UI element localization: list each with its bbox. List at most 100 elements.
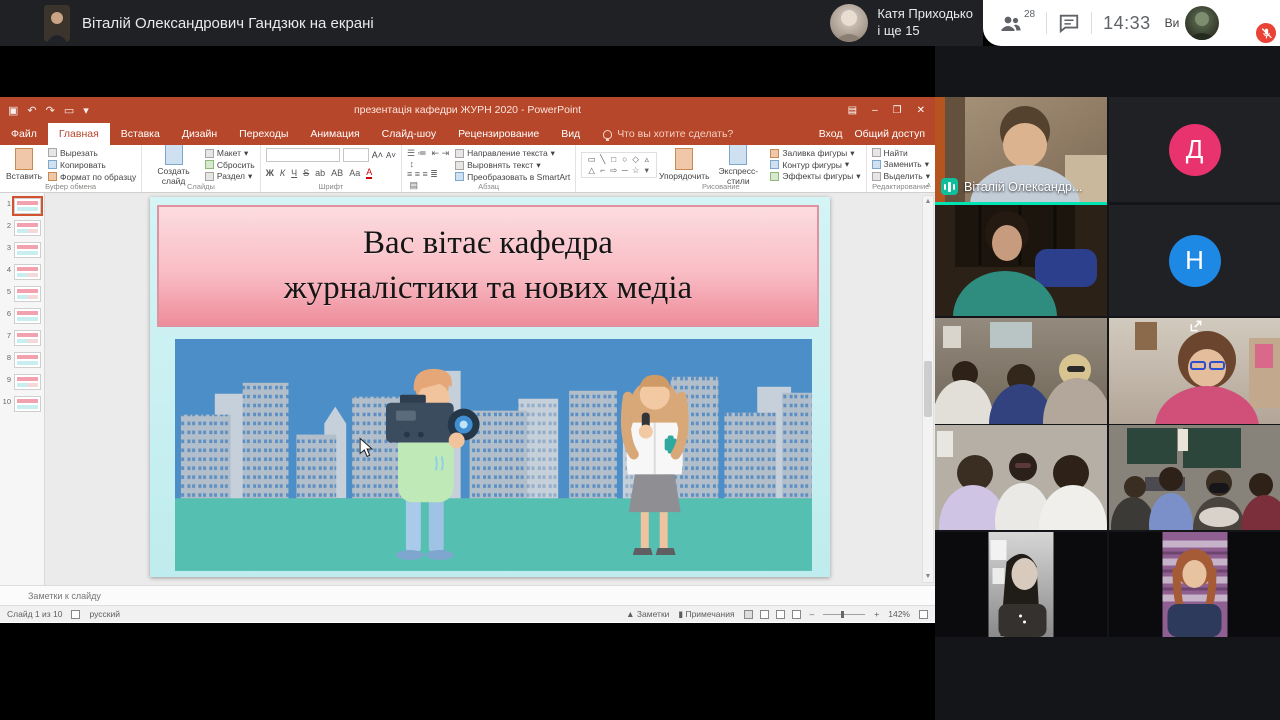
slide-thumbnail-2[interactable]: 2 <box>2 220 44 236</box>
video-tile-students-close[interactable] <box>935 425 1107 530</box>
slide-title-box[interactable]: Вас вітає кафедра журналістики та нових … <box>157 205 819 327</box>
reset-button[interactable]: Сбросить <box>205 160 255 170</box>
video-tile-girl-bw[interactable] <box>935 532 1107 637</box>
chat-button[interactable] <box>1058 12 1080 34</box>
qat-dropdown-icon[interactable]: ▾ <box>83 104 89 117</box>
zoom-in-icon[interactable]: + <box>874 609 879 619</box>
video-tile-woman-teal[interactable] <box>935 205 1107 316</box>
vertical-scrollbar[interactable]: ▲ ▼ <box>922 195 934 583</box>
copy-button[interactable]: Копировать <box>48 160 136 170</box>
arrange-button[interactable]: Упорядочить <box>662 148 706 181</box>
ribbon-options-icon[interactable]: ▤ <box>848 105 857 116</box>
close-icon[interactable]: ✕ <box>917 105 925 116</box>
zoom-slider[interactable] <box>823 614 865 615</box>
select-button[interactable]: Выделить ▾ <box>872 171 931 182</box>
slideshow-view-icon[interactable] <box>792 610 801 619</box>
shape-outline-button[interactable]: Контур фигуры ▾ <box>770 159 860 170</box>
find-button[interactable]: Найти <box>872 148 931 158</box>
language-indicator[interactable]: русский <box>89 609 120 619</box>
slide-thumbnail-10[interactable]: 10 <box>2 396 44 412</box>
new-slide-button[interactable]: Создать слайд <box>147 145 200 186</box>
zoom-out-icon[interactable]: – <box>810 609 815 619</box>
reading-view-icon[interactable] <box>776 610 785 619</box>
video-tile-girl-curtain[interactable] <box>1109 532 1280 637</box>
self-avatar[interactable] <box>1185 6 1219 40</box>
tab-file[interactable]: Файл <box>0 123 48 145</box>
comments-toggle[interactable]: ▮ Примечания <box>678 609 734 620</box>
participants-button[interactable]: 28 <box>999 11 1035 35</box>
notes-toggle[interactable]: ▲ Заметки <box>626 609 669 619</box>
shrink-font-icon[interactable]: A˅ <box>386 151 396 160</box>
replace-button[interactable]: Заменить ▾ <box>872 159 931 170</box>
presenter-video-thumbnail[interactable] <box>44 5 70 42</box>
char-spacing-button[interactable]: АВ <box>331 168 343 178</box>
video-tile-woman-glasses[interactable] <box>1109 318 1280 424</box>
paste-button[interactable]: Вставить <box>5 148 43 181</box>
strikethrough-button[interactable]: S <box>303 168 309 178</box>
font-color-button[interactable]: А <box>366 167 372 179</box>
video-tile-classroom[interactable] <box>1109 425 1280 530</box>
scroll-up-icon[interactable]: ▲ <box>925 198 932 205</box>
tab-insert[interactable]: Вставка <box>110 123 171 145</box>
collapse-ribbon-icon[interactable]: ˄ <box>926 181 931 190</box>
share-button[interactable]: Общий доступ <box>854 128 925 140</box>
align-text-button[interactable]: Выровнять текст ▾ <box>455 160 570 171</box>
slideshow-icon[interactable]: ▭ <box>64 104 74 117</box>
font-name-box[interactable] <box>266 148 340 162</box>
tab-home[interactable]: Главная <box>48 123 110 145</box>
sign-in-link[interactable]: Вход <box>819 128 843 140</box>
slide-thumbnail-8[interactable]: 8 <box>2 352 44 368</box>
slide-sorter-icon[interactable] <box>760 610 769 619</box>
list-buttons[interactable]: ☰ ≔ ⇤ ⇥ ↕ <box>407 148 450 169</box>
tab-review[interactable]: Рецензирование <box>447 123 550 145</box>
undo-icon[interactable]: ↶ <box>27 104 36 117</box>
slide-thumbnail-3[interactable]: 3 <box>2 242 44 258</box>
tab-animations[interactable]: Анимация <box>299 123 370 145</box>
grow-font-icon[interactable]: A˄ <box>372 150 383 160</box>
tab-view[interactable]: Вид <box>550 123 591 145</box>
letter-tile-d[interactable]: Д <box>1109 97 1280 202</box>
save-icon[interactable]: ▣ <box>8 104 18 117</box>
scroll-down-icon[interactable]: ▼ <box>925 573 932 580</box>
zoom-level[interactable]: 142% <box>888 609 910 619</box>
slide-illustration[interactable] <box>175 339 812 570</box>
participants-overflow-pill[interactable]: Катя Приходько і ще 15 <box>830 4 973 42</box>
shapes-gallery[interactable]: ▭╲□○◇▵ △⌐⇨─☆▾ <box>581 152 657 178</box>
redo-icon[interactable]: ↷ <box>46 104 55 117</box>
spellcheck-icon[interactable] <box>71 610 80 619</box>
slide-thumbnail-1[interactable]: 1 <box>2 198 44 214</box>
notes-pane[interactable]: Заметки к слайду <box>0 585 935 605</box>
underline-button[interactable]: Ч <box>291 168 297 178</box>
restore-icon[interactable]: ❐ <box>893 105 902 116</box>
smartart-button[interactable]: Преобразовать в SmartArt <box>455 172 570 182</box>
video-tile-group[interactable] <box>935 318 1107 424</box>
cut-button[interactable]: Вырезать <box>48 148 136 158</box>
normal-view-icon[interactable] <box>744 610 753 619</box>
italic-button[interactable]: К <box>280 168 285 178</box>
video-tile-vitaliy[interactable]: Віталій Олександр... <box>935 97 1107 202</box>
tell-me-search[interactable]: Что вы хотите сделать? <box>591 123 745 145</box>
shape-fill-button[interactable]: Заливка фигуры ▾ <box>770 148 860 159</box>
section-button[interactable]: Раздел ▾ <box>205 171 255 182</box>
current-slide[interactable]: Вас вітає кафедра журналістики та нових … <box>150 197 830 577</box>
quick-styles-button[interactable]: Экспресс-стили <box>711 145 765 186</box>
slide-thumbnail-7[interactable]: 7 <box>2 330 44 346</box>
slide-thumbnail-4[interactable]: 4 <box>2 264 44 280</box>
shape-effects-button[interactable]: Эффекты фигуры ▾ <box>770 171 860 182</box>
layout-button[interactable]: Макет ▾ <box>205 148 255 159</box>
tab-slideshow[interactable]: Слайд-шоу <box>371 123 447 145</box>
change-case-button[interactable]: Аа <box>349 168 360 178</box>
slide-thumbnail-5[interactable]: 5 <box>2 286 44 302</box>
bold-button[interactable]: Ж <box>266 168 274 178</box>
tab-design[interactable]: Дизайн <box>171 123 228 145</box>
scrollbar-thumb[interactable] <box>924 361 932 417</box>
fit-to-window-icon[interactable] <box>919 610 928 619</box>
letter-tile-n[interactable]: Н <box>1109 205 1280 316</box>
text-shadow-button[interactable]: ab <box>315 168 325 178</box>
slide-thumbnail-9[interactable]: 9 <box>2 374 44 390</box>
format-painter-button[interactable]: Формат по образцу <box>48 172 136 182</box>
tab-transitions[interactable]: Переходы <box>228 123 299 145</box>
minimize-icon[interactable]: – <box>872 105 878 116</box>
slide-thumbnail-6[interactable]: 6 <box>2 308 44 324</box>
text-direction-button[interactable]: Направление текста ▾ <box>455 148 570 159</box>
